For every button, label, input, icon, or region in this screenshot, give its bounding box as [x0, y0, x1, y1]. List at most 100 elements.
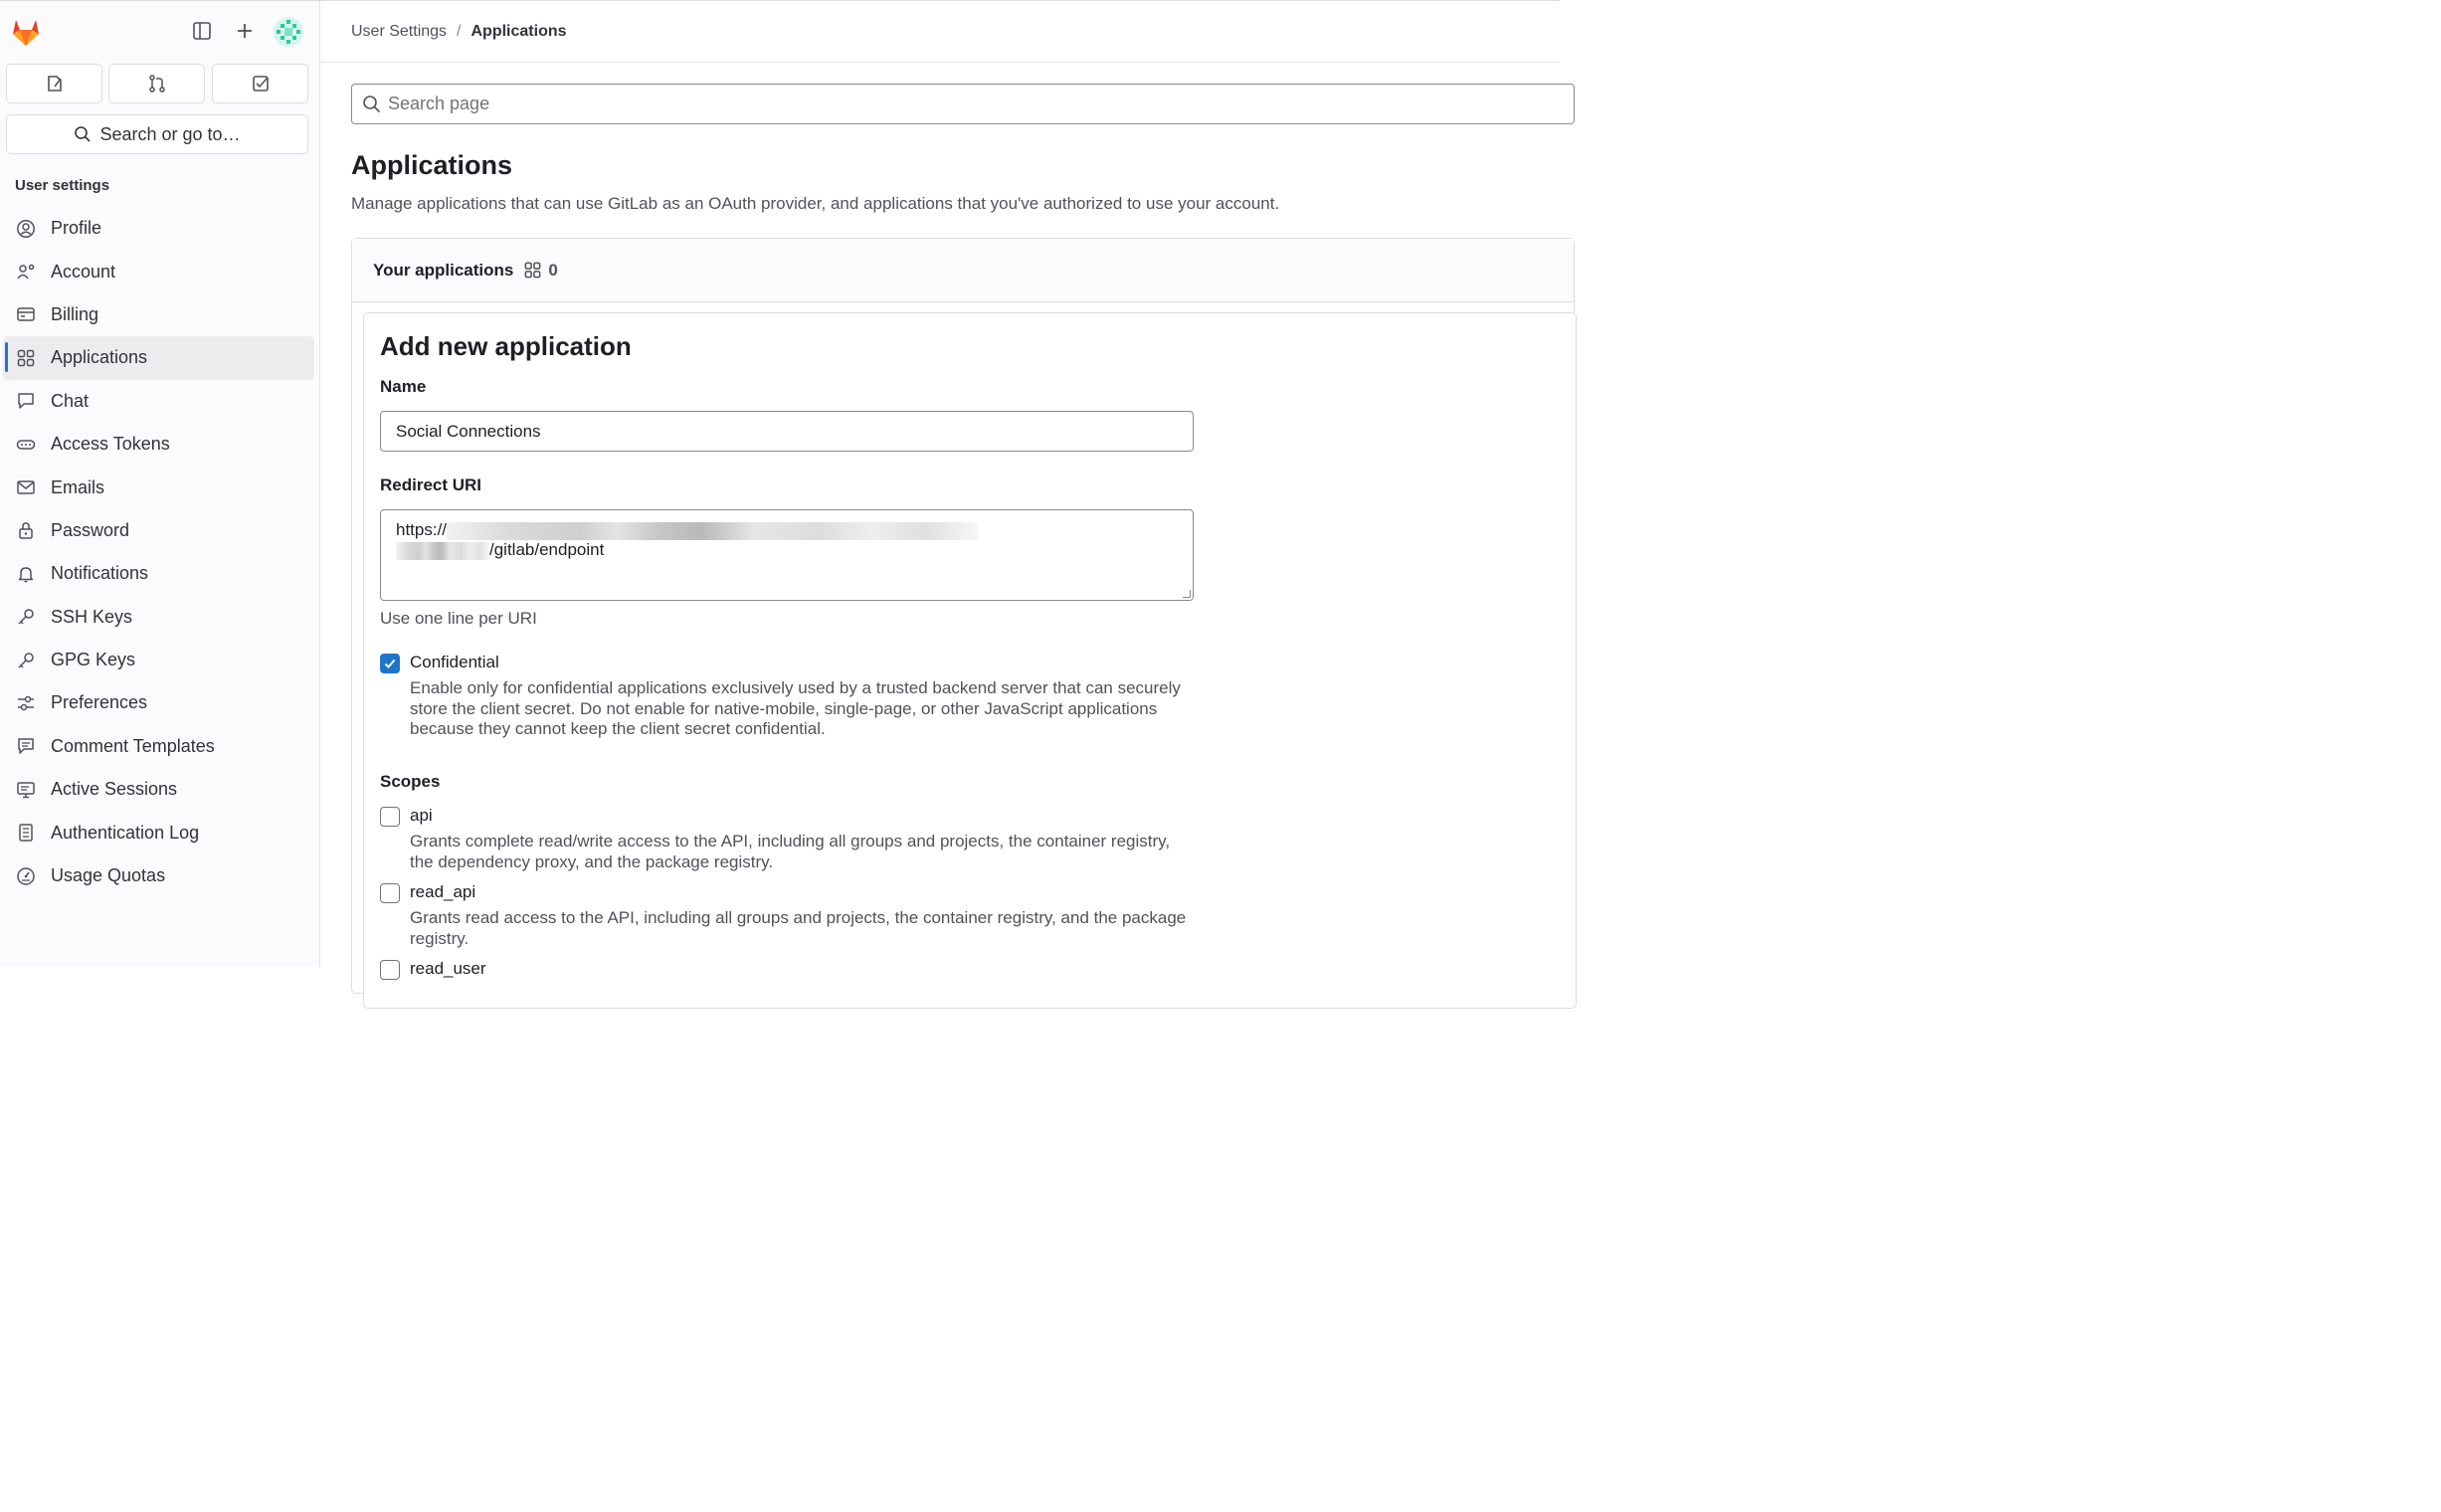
page-description: Manage applications that can use GitLab …: [351, 194, 1280, 213]
issues-button[interactable]: [6, 64, 102, 103]
sidebar-item-label: Applications: [51, 347, 148, 368]
sidebar-item-notifications[interactable]: Notifications: [0, 552, 320, 595]
account-icon: [14, 260, 38, 284]
sidebar-top-bar: [0, 1, 320, 63]
sidebar-item-active-sessions[interactable]: Active Sessions: [0, 768, 320, 811]
checkmark-icon: [384, 659, 396, 668]
sidebar-item-preferences[interactable]: Preferences: [0, 681, 320, 724]
sidebar-item-label: Comment Templates: [51, 735, 215, 756]
sidebar-item-authentication-log[interactable]: Authentication Log: [0, 811, 320, 853]
redacted-host: [447, 521, 979, 540]
applications-count-badge: 0: [523, 260, 558, 281]
bell-icon: [14, 562, 38, 586]
sidebar-item-usage-quotas[interactable]: Usage Quotas: [0, 854, 320, 897]
settings-nav: Profile Account Billing Applications Cha…: [0, 207, 320, 897]
search-icon: [75, 126, 92, 142]
scope-read-user-checkbox[interactable]: [380, 960, 400, 980]
add-application-form: Add new application Name Social Connecti…: [363, 312, 1577, 1009]
redirect-uri-suffix: /gitlab/endpoint: [489, 540, 605, 559]
sidebar-item-label: GPG Keys: [51, 650, 136, 670]
sidebar-item-applications[interactable]: Applications: [3, 336, 314, 380]
merge-requests-button[interactable]: [108, 64, 205, 103]
sidebar-item-profile[interactable]: Profile: [0, 207, 320, 250]
todo-icon: [252, 76, 269, 92]
todo-button[interactable]: [212, 64, 308, 103]
confidential-description: Enable only for confidential application…: [410, 678, 1181, 738]
nav-heading: User settings: [15, 177, 110, 194]
your-applications-header: Your applications 0: [352, 239, 1574, 302]
sidebar-item-label: Billing: [51, 303, 99, 324]
sidebar-item-label: Password: [51, 519, 130, 540]
sidebar: Search or go to… User settings Profile A…: [0, 1, 320, 967]
redirect-uri-label: Redirect URI: [380, 475, 482, 494]
scope-read-user-label: read_user: [410, 959, 486, 978]
redirect-uri-field[interactable]: https:// /gitlab/endpoint: [380, 509, 1194, 601]
sidebar-item-password[interactable]: Password: [0, 509, 320, 552]
gitlab-logo-icon[interactable]: [9, 15, 43, 49]
scope-read-api-checkbox[interactable]: [380, 883, 400, 903]
form-title: Add new application: [380, 331, 632, 361]
key-icon: [14, 649, 38, 672]
avatar[interactable]: [274, 17, 303, 47]
preferences-icon: [14, 691, 38, 715]
scope-api-label: api: [410, 806, 433, 825]
your-applications-card: Your applications 0 Add new application …: [351, 238, 1577, 1009]
search-or-go-to-button[interactable]: Search or go to…: [6, 114, 308, 154]
lock-icon: [14, 518, 38, 542]
breadcrumb-user-settings[interactable]: User Settings: [351, 23, 447, 41]
redirect-uri-line-1: https://: [396, 520, 1193, 540]
plus-icon[interactable]: [231, 17, 259, 45]
search-page-placeholder: Search page: [388, 94, 490, 113]
sidebar-item-access-tokens[interactable]: Access Tokens: [0, 423, 320, 466]
confidential-checkbox-row[interactable]: Confidential: [380, 653, 499, 673]
name-label: Name: [380, 377, 427, 396]
issues-icon: [47, 76, 62, 92]
scope-read-api-row[interactable]: read_api: [380, 882, 475, 903]
sidebar-item-label: Account: [51, 261, 116, 282]
sidebar-item-label: Chat: [51, 390, 90, 411]
scopes-label: Scopes: [380, 772, 441, 791]
sidebar-item-emails[interactable]: Emails: [0, 466, 320, 508]
sidebar-item-gpg-keys[interactable]: GPG Keys: [0, 639, 320, 681]
sidebar-item-label: Preferences: [51, 692, 148, 713]
main-content: User Settings / Applications Search page…: [320, 1, 1577, 1009]
page-title: Applications: [351, 150, 513, 180]
redirect-uri-prefix: https://: [396, 520, 448, 539]
token-icon: [14, 433, 38, 457]
sidebar-item-comment-templates[interactable]: Comment Templates: [0, 725, 320, 768]
mail-icon: [14, 475, 38, 499]
scope-api-description: Grants complete read/write access to the…: [410, 832, 1171, 871]
sidebar-item-ssh-keys[interactable]: SSH Keys: [0, 596, 320, 639]
breadcrumb-current[interactable]: Applications: [471, 23, 567, 41]
applications-icon: [14, 346, 38, 370]
sidebar-toggle-icon[interactable]: [188, 17, 216, 45]
redirect-uri-help: Use one line per URI: [380, 609, 537, 628]
sidebar-item-billing[interactable]: Billing: [0, 293, 320, 336]
profile-icon: [14, 217, 38, 241]
scope-read-user-row[interactable]: read_user: [380, 959, 486, 980]
name-field[interactable]: Social Connections: [380, 411, 1194, 452]
name-value: Social Connections: [396, 421, 541, 441]
chat-icon: [14, 389, 38, 413]
resize-handle[interactable]: [1183, 590, 1191, 598]
breadcrumb-separator: /: [457, 22, 462, 40]
sidebar-item-label: Emails: [51, 476, 105, 497]
sidebar-item-label: Access Tokens: [51, 434, 170, 455]
sidebar-item-label: Active Sessions: [51, 779, 178, 800]
sidebar-item-label: Notifications: [51, 563, 149, 584]
confidential-label: Confidential: [410, 653, 499, 671]
scope-api-checkbox[interactable]: [380, 807, 400, 827]
sidebar-item-account[interactable]: Account: [0, 250, 320, 292]
log-icon: [14, 821, 38, 845]
scope-read-api-label: read_api: [410, 882, 476, 901]
breadcrumb: User Settings / Applications: [320, 1, 1560, 63]
sidebar-item-chat[interactable]: Chat: [0, 380, 320, 423]
merge-request-icon: [148, 75, 165, 93]
key-icon: [14, 605, 38, 629]
sidebar-item-label: SSH Keys: [51, 606, 133, 627]
billing-icon: [14, 302, 38, 326]
search-page-input[interactable]: Search page: [351, 84, 1575, 124]
confidential-checkbox[interactable]: [380, 654, 400, 673]
applications-count: 0: [548, 260, 558, 280]
scope-api-row[interactable]: api: [380, 806, 433, 827]
